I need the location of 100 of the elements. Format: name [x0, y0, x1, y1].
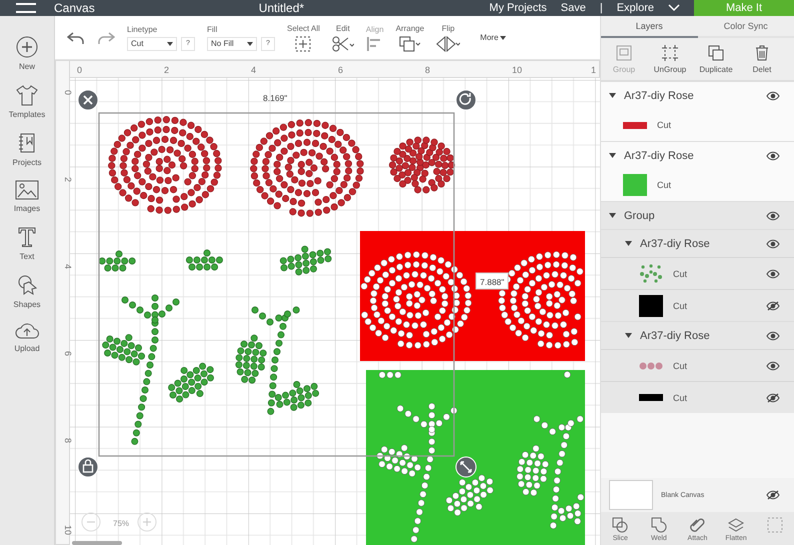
sidebar-item[interactable]: Text	[17, 226, 37, 261]
ruler-label: 8	[63, 438, 73, 444]
select-all-icon	[295, 36, 312, 52]
nav-link[interactable]: |	[600, 2, 603, 14]
layer-name: Group	[624, 210, 656, 222]
eye-icon[interactable]	[766, 238, 780, 248]
toolbar-button[interactable]: Flip	[436, 24, 460, 52]
group-icon	[616, 44, 632, 60]
lock-handle[interactable]	[78, 456, 98, 478]
selection-box[interactable]	[98, 112, 455, 457]
layer-row[interactable]: Group	[601, 201, 794, 229]
shapes-icon	[16, 274, 38, 296]
arrange-icon	[398, 36, 421, 52]
nav-link[interactable]: Save	[560, 2, 586, 14]
layer-name: Ar37-diy Rose	[624, 90, 695, 102]
ruler-label: 4	[63, 264, 73, 270]
image-icon	[14, 180, 39, 200]
layer-action-button[interactable]: UnGroup	[647, 38, 693, 80]
caret-icon[interactable]	[625, 241, 632, 246]
nav-link[interactable]: My Projects	[489, 2, 547, 14]
resize-handle[interactable]	[456, 456, 476, 478]
section-title: Canvas	[54, 1, 95, 15]
undo-icon[interactable]	[67, 30, 85, 44]
caret-icon[interactable]	[609, 153, 616, 158]
dropdown[interactable]: Cut	[127, 36, 177, 50]
caret-icon	[500, 36, 506, 40]
layer-operation: Cut	[657, 120, 672, 130]
shirt-icon	[16, 84, 38, 106]
layer-name: Ar37-diy Rose	[624, 150, 695, 162]
ungroup-icon	[662, 44, 678, 60]
layer-row[interactable]: Cut	[601, 289, 794, 321]
sidebar-item[interactable]: Shapes	[13, 274, 41, 309]
layers-icon	[728, 517, 744, 533]
caret-icon[interactable]	[609, 213, 616, 218]
height-label: 7.888"	[476, 272, 508, 290]
duplicate-icon	[708, 44, 724, 60]
slice-icon	[612, 517, 628, 533]
toolbar-label: Fill	[207, 24, 218, 34]
dropdown[interactable]: No Fill	[207, 36, 257, 50]
serif-t-icon	[17, 226, 37, 248]
dotted-rose-drawing	[388, 136, 456, 194]
eye-icon[interactable]	[766, 360, 780, 370]
trash-icon	[755, 44, 769, 60]
width-label: 8.169"	[263, 93, 288, 103]
toolbar-button[interactable]: Arrange	[396, 24, 424, 52]
layer-row[interactable]: Cut	[601, 349, 794, 381]
sidebar-item[interactable]: New	[16, 36, 38, 71]
layer-operation: Cut	[673, 268, 688, 278]
ruler-label: 10	[63, 525, 73, 536]
sidebar-item[interactable]: Upload	[14, 322, 40, 353]
ruler-label: 6	[63, 351, 73, 356]
eye-icon[interactable]	[766, 150, 780, 160]
plus-icon	[16, 36, 38, 58]
hidden-eye-icon[interactable]	[766, 300, 780, 310]
caret-icon	[167, 42, 173, 46]
document-title: Untitled*	[258, 1, 304, 15]
canvas-thumbnail	[609, 480, 653, 510]
more-menu[interactable]: More	[480, 33, 506, 42]
scrollbar[interactable]	[72, 541, 122, 545]
layer-action-button[interactable]: Delet	[739, 38, 785, 80]
caret-icon[interactable]	[609, 93, 616, 98]
layer-operation: Cut	[673, 360, 688, 370]
caret-icon	[247, 42, 253, 46]
rotate-handle[interactable]	[456, 90, 476, 110]
eye-icon[interactable]	[766, 90, 780, 100]
toolbar-button[interactable]: Edit	[332, 24, 354, 52]
eye-icon[interactable]	[766, 268, 780, 278]
hidden-eye-icon[interactable]	[766, 490, 780, 500]
weld-icon	[650, 517, 667, 533]
caret-icon[interactable]	[625, 333, 632, 338]
sidebar-item[interactable]: Projects	[12, 132, 42, 167]
cloud-upload-icon	[14, 322, 39, 340]
ruler-label: 0	[63, 90, 73, 96]
layer-row[interactable]: Ar37-diy Rose	[601, 229, 794, 257]
zoom-level: 75%	[113, 519, 130, 528]
layer-action-button[interactable]: Duplicate	[693, 38, 739, 80]
sidebar-item[interactable]: Templates	[8, 84, 46, 119]
sidebar-item[interactable]: Images	[14, 180, 40, 213]
layer-operation: Cut	[657, 180, 672, 190]
layer-operation: Cut	[673, 300, 688, 310]
toolbar-label: Linetype	[127, 24, 158, 34]
contour-icon	[766, 517, 783, 533]
hidden-eye-icon[interactable]	[766, 392, 780, 402]
close-handle[interactable]	[78, 90, 98, 110]
nav-link[interactable]: Explore	[616, 2, 654, 14]
eye-icon[interactable]	[766, 210, 780, 220]
layer-row[interactable]: Cut	[601, 257, 794, 289]
layer-operation: Cut	[673, 392, 688, 402]
layer-name: Ar37-diy Rose	[640, 238, 711, 250]
layer-row[interactable]: Ar37-diy Rose	[601, 321, 794, 349]
ruler-label: 2	[63, 177, 73, 182]
toolbar-button[interactable]: Select All	[287, 24, 320, 52]
menu-icon[interactable]	[16, 2, 36, 14]
chevron-down-icon[interactable]	[668, 4, 680, 12]
flip-icon	[436, 36, 460, 52]
paperclip-icon	[689, 517, 706, 533]
layer-name: Ar37-diy Rose	[640, 330, 711, 342]
layer-row[interactable]: Cut	[601, 381, 794, 413]
eye-icon[interactable]	[766, 330, 780, 340]
scissors-icon	[332, 36, 354, 52]
